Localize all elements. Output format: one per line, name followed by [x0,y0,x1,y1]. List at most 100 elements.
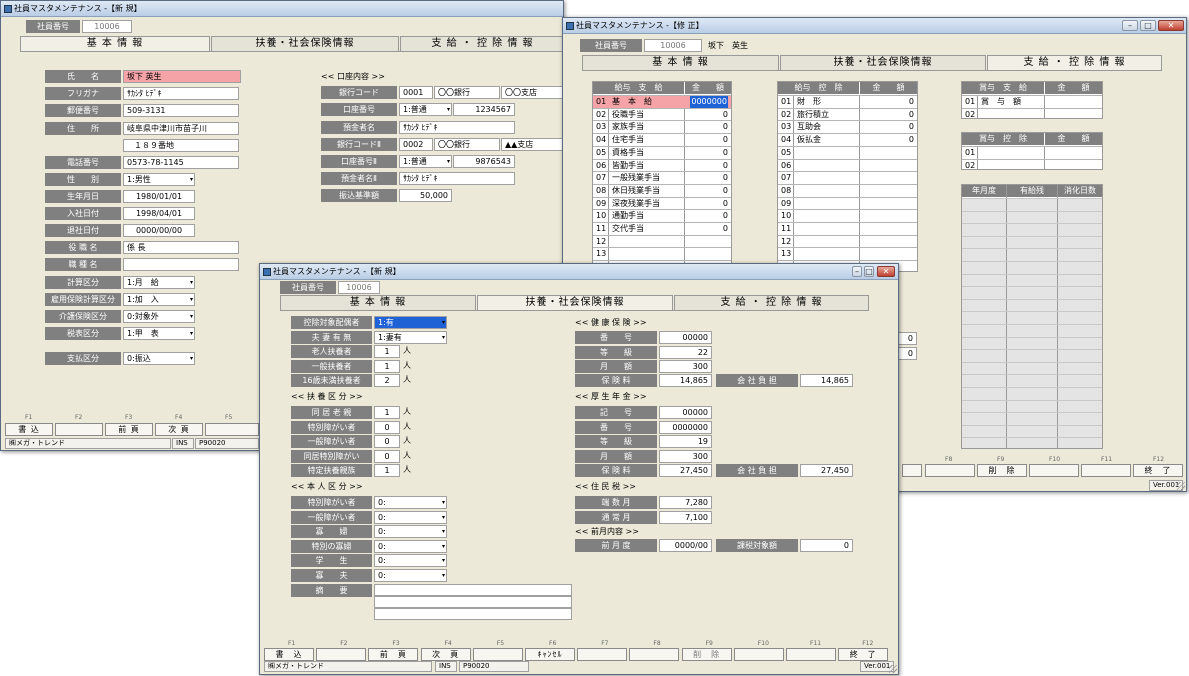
f7-button[interactable] [902,464,922,477]
bank-name2-field[interactable]: 〇〇銀行 [434,138,500,151]
table-row[interactable]: 11 交代手当 0 [593,222,731,235]
form-select[interactable]: 1:加 入 ▾ [123,293,195,306]
chevron-down-icon[interactable]: ▾ [447,104,450,115]
form-field[interactable]: 坂下 英生 [123,70,241,83]
row-amount[interactable]: 0 [909,109,914,121]
f11-button[interactable] [1081,464,1131,477]
chevron-down-icon[interactable]: ▾ [447,156,450,167]
tab-basic[interactable]: 基 本 情 報 [582,55,779,70]
health-field[interactable]: 00000 [659,331,712,344]
self-class-select[interactable]: 0: ▾ [374,554,447,567]
depositor-name2-field[interactable]: ｻｶｼﾀ ﾋﾃﾞｷ [399,172,515,185]
table-row[interactable]: 07 [778,171,917,184]
f5-button[interactable] [205,423,259,436]
pension-field[interactable]: 27,450 [659,464,712,477]
self-class-select[interactable]: 0: ▾ [374,525,447,538]
depositor-name-field[interactable]: ｻｶｼﾀ ﾋﾃﾞｷ [399,121,515,134]
chevron-down-icon[interactable]: ▾ [442,332,445,343]
table-row[interactable]: 05 [778,145,917,159]
dependent-select[interactable]: 1:妻有 ▾ [374,331,447,344]
exit-button[interactable]: 終 了 [838,648,889,661]
pension-field[interactable]: 00000 [659,406,712,419]
table-row[interactable]: 06 皆勤手当 0 [593,158,731,172]
dependent-class-field[interactable]: 1 [374,464,400,477]
tab-payment[interactable]: 支 給 ・ 控 除 情 報 [400,36,565,51]
table-row[interactable]: 01 [962,146,1102,159]
maximize-button[interactable]: □ [864,266,874,277]
next-page-button[interactable]: 次 頁 [420,648,471,661]
table-row[interactable]: 12 [778,234,917,248]
remarks-field[interactable] [374,608,572,620]
dependent-count-field[interactable]: 2 [374,374,400,387]
row-amount[interactable]: 0 [909,96,914,108]
chevron-down-icon[interactable]: ▾ [190,353,193,364]
prev-month-field[interactable]: 0000/00 [659,539,712,552]
leave-row[interactable] [962,399,1102,413]
leave-row[interactable] [962,210,1102,224]
leave-row[interactable] [962,286,1102,299]
tab-payment[interactable]: 支 給 ・ 控 除 情 報 [987,55,1162,70]
account-type-select[interactable]: 1:普通 ▾ [399,103,452,116]
form-select[interactable]: 1:男性 ▾ [123,173,195,186]
chevron-down-icon[interactable]: ▾ [190,328,193,339]
table-row[interactable]: 08 [778,183,917,197]
chevron-down-icon[interactable]: ▾ [442,570,445,581]
table-row[interactable]: 13 [778,247,917,260]
form-field[interactable]: 係 長 [123,241,239,254]
tab-basic[interactable]: 基 本 情 報 [20,36,210,51]
form-field[interactable]: 岐阜県中津川市苗子川 [123,122,239,135]
f2-button[interactable] [55,423,103,436]
chevron-down-icon[interactable]: ▾ [190,174,193,185]
tab-dependents[interactable]: 扶養・社会保険情報 [477,295,673,310]
title-bar[interactable]: 社員マスタメンテナンス -【修 正】 – □ ✕ [563,18,1186,34]
pension-field[interactable]: 0000000 [659,421,712,434]
chevron-down-icon[interactable]: ▾ [442,541,445,552]
table-row[interactable]: 03 家族手当 0 [593,120,731,133]
write-button[interactable]: 書 込 [264,648,314,661]
row-amount[interactable]: 0 [723,147,728,159]
pension-field[interactable]: 19 [659,435,712,448]
form-field[interactable]: 509-3131 [123,104,239,117]
health-company-field[interactable]: 14,865 [800,374,853,387]
table-row[interactable]: 05 資格手当 0 [593,145,731,159]
table-row[interactable]: 01 賞 与 額 [962,95,1102,108]
extra-value-1[interactable]: 0 [897,332,917,345]
title-bar[interactable]: 社員マスタメンテナンス -【新 規】 – □ ✕ [260,264,898,280]
f11-button[interactable] [786,648,836,661]
table-row[interactable]: 10 [778,209,917,222]
maximize-button[interactable]: □ [1140,20,1156,31]
self-class-select[interactable]: 0: ▾ [374,511,447,524]
bank-code2-field[interactable]: 0002 [399,138,433,151]
chevron-down-icon[interactable]: ▾ [190,277,193,288]
self-class-select[interactable]: 0: ▾ [374,569,447,582]
f7-button[interactable] [577,648,628,661]
leave-row[interactable] [962,324,1102,337]
resize-grip[interactable] [1177,482,1185,490]
employee-number-field[interactable]: 10006 [644,39,702,52]
chevron-down-icon[interactable]: ▾ [190,311,193,322]
remarks-field[interactable] [374,584,572,596]
form-field[interactable]: 0573-78-1145 [123,156,239,169]
prev-page-button[interactable]: 前 頁 [105,423,153,436]
chevron-down-icon[interactable]: ▾ [442,526,445,537]
dependent-class-field[interactable]: 0 [374,435,400,448]
tab-basic[interactable]: 基 本 情 報 [280,295,476,310]
row-amount[interactable]: 0 [909,121,914,133]
dependent-select[interactable]: 1:有 ▾ [374,316,447,329]
health-field[interactable]: 300 [659,360,712,373]
f8-button[interactable] [925,464,975,477]
row-amount[interactable]: 0 [723,210,728,222]
table-row[interactable]: 06 [778,158,917,172]
row-amount[interactable]: 0 [723,134,728,146]
table-row[interactable]: 04 仮払金 0 [778,133,917,146]
form-field[interactable]: 0000/00/00 [123,224,195,237]
health-field[interactable]: 14,865 [659,374,712,387]
table-row[interactable]: 10 通勤手当 0 [593,209,731,222]
table-row[interactable]: 02 役職手当 0 [593,107,731,121]
row-amount[interactable]: 0 [723,223,728,235]
dependent-count-field[interactable]: 1 [374,345,400,358]
dependent-class-field[interactable]: 1 [374,406,400,419]
pension-company-field[interactable]: 27,450 [800,464,853,477]
close-button[interactable]: ✕ [877,266,895,277]
chevron-down-icon[interactable]: ▾ [442,555,445,566]
